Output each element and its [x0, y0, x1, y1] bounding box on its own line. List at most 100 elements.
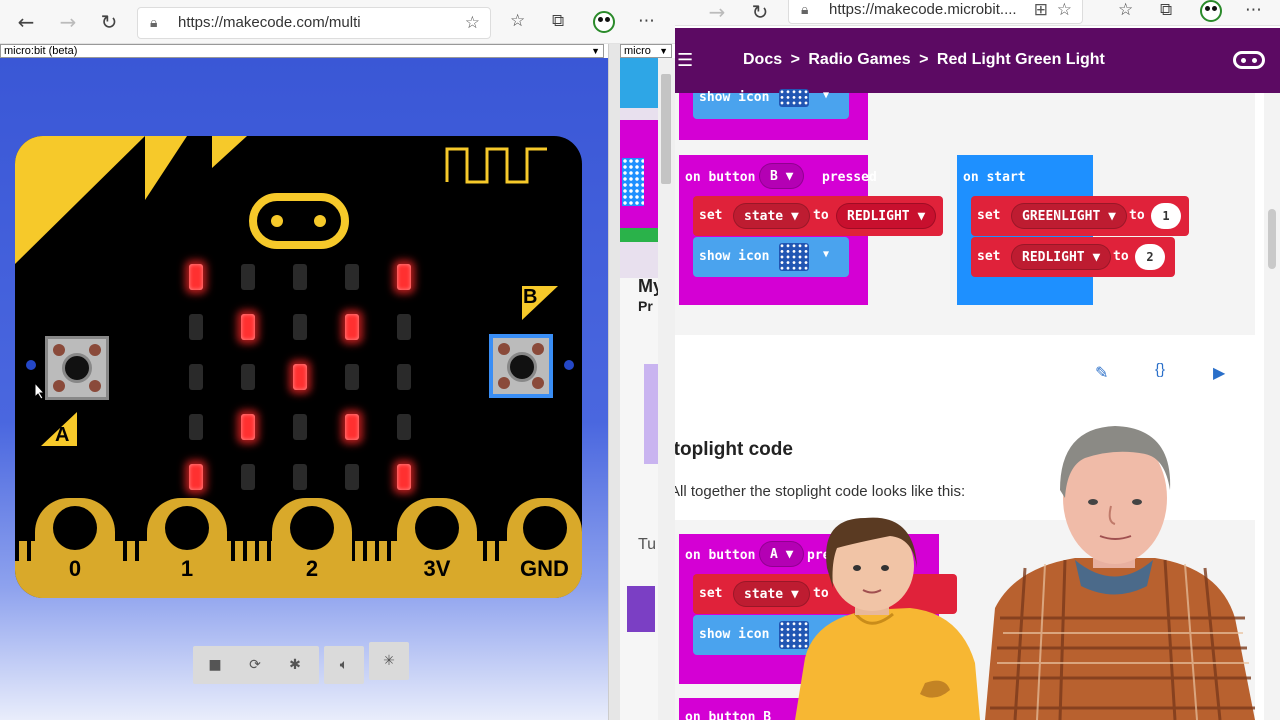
- block-set-redlight[interactable]: set REDLIGHT ▼ to 2: [971, 237, 1175, 277]
- led-1-3: [345, 314, 359, 340]
- icon-grid[interactable]: [779, 243, 809, 271]
- profile-avatar[interactable]: [1200, 0, 1222, 22]
- button-dropdown[interactable]: B ▼: [759, 163, 805, 189]
- refresh-icon[interactable]: ↻: [748, 0, 772, 24]
- run-icon[interactable]: ▶: [1213, 363, 1225, 382]
- right-toolbar: → ↻ 🔒︎ https://makecode.microbit.... ⊞ ☆…: [675, 0, 1280, 26]
- editor-blocks-preview: [620, 108, 658, 278]
- led-1-2: [293, 314, 307, 340]
- led-0-3: [345, 264, 359, 290]
- button-a[interactable]: [45, 336, 109, 400]
- to-label: to: [1113, 249, 1129, 264]
- code-card-1: show icon ▼ on button B ▼ pressed set st…: [675, 89, 1255, 335]
- volume-icon[interactable]: 🔈︎: [324, 646, 364, 684]
- to-label: to: [813, 208, 829, 223]
- value-dropdown[interactable]: REDLIGHT ▼: [836, 203, 937, 229]
- block-show-icon[interactable]: show icon ▼: [693, 237, 849, 277]
- collections-icon[interactable]: ⧉: [1160, 0, 1172, 20]
- set-label: set: [977, 208, 1001, 223]
- chevron-down-icon: ▼: [823, 90, 830, 101]
- chevron-down-icon: ▼: [591, 46, 600, 56]
- sim-controls: ■ ⟳ ✱: [193, 646, 319, 684]
- refresh-icon[interactable]: ↻: [97, 10, 121, 34]
- address-bar[interactable]: 🔒︎ https://makecode.microbit.... ⊞ ☆: [788, 0, 1083, 24]
- variable-dropdown[interactable]: GREENLIGHT ▼: [1011, 203, 1127, 229]
- set-label: set: [977, 249, 1001, 264]
- pin-1[interactable]: 1: [147, 498, 227, 598]
- led-3-3: [345, 414, 359, 440]
- address-bar[interactable]: 🔒︎ https://makecode.com/multi ☆: [137, 7, 491, 39]
- show-icon-label: show icon: [699, 249, 770, 264]
- pin-2-label: 2: [305, 556, 319, 581]
- favorites-icon[interactable]: ☆: [1118, 0, 1133, 20]
- led-2-1: [241, 364, 255, 390]
- docs-header: ☰ Docs > Radio Games > Red Light Green L…: [675, 28, 1280, 93]
- sparkle-icon[interactable]: ✳: [369, 642, 409, 680]
- led-0-2: [293, 264, 307, 290]
- set-label: set: [699, 208, 723, 223]
- value-input[interactable]: 2: [1135, 244, 1165, 270]
- code-icon[interactable]: {}: [1155, 361, 1165, 378]
- to-label: to: [1129, 208, 1145, 223]
- led-0-0: [189, 264, 203, 290]
- value-input[interactable]: 1: [1151, 203, 1181, 229]
- next-event-label: on button B: [685, 710, 772, 720]
- led-4-4: [397, 464, 411, 490]
- led-3-2: [293, 414, 307, 440]
- editor-peek-line3: Tu: [638, 536, 657, 553]
- mute-control: 🔈︎: [324, 646, 364, 684]
- forward-icon[interactable]: →: [705, 0, 729, 24]
- debug-icon[interactable]: ✱: [275, 646, 315, 684]
- show-icon-label: show icon: [699, 627, 770, 642]
- more-icon[interactable]: ⋯: [1245, 0, 1262, 20]
- on-button-label: on button: [685, 170, 756, 185]
- pin-1-label: 1: [180, 556, 194, 581]
- microbit-board: A B 0 1 2 3V GND: [15, 136, 582, 598]
- variable-dropdown[interactable]: state ▼: [733, 203, 810, 229]
- restart-icon[interactable]: ⟳: [235, 646, 275, 684]
- block-set-greenlight[interactable]: set GREENLIGHT ▼ to 1: [971, 196, 1189, 236]
- microbit-logo-icon[interactable]: [1233, 51, 1265, 69]
- profile-avatar[interactable]: [593, 11, 615, 33]
- pin-0-label: 0: [68, 556, 82, 581]
- webcam-overlay-image: [795, 426, 1255, 720]
- left-browser-window: ← → ↻ 🔒︎ https://makecode.com/multi ☆ ☆ …: [0, 0, 675, 720]
- breadcrumb-docs[interactable]: Docs: [743, 51, 782, 68]
- favorites-icon[interactable]: ☆: [510, 11, 525, 31]
- led-2-2: [293, 364, 307, 390]
- pin-gnd[interactable]: GND: [507, 498, 582, 598]
- breadcrumb-radio-games[interactable]: Radio Games: [808, 51, 910, 68]
- sim-select[interactable]: micro:bit (beta) ▼: [0, 44, 604, 58]
- led-0-4: [397, 264, 411, 290]
- led-2-4: [397, 364, 411, 390]
- editor-select[interactable]: micro ▼: [620, 44, 672, 58]
- edit-icon[interactable]: ✎: [1095, 363, 1108, 382]
- sim-select-value: micro:bit (beta): [4, 45, 78, 57]
- pin-3v[interactable]: 3V: [397, 498, 477, 598]
- block-set-state[interactable]: set state ▼ to REDLIGHT ▼: [693, 196, 943, 236]
- favorite-star-icon[interactable]: ☆: [465, 8, 480, 38]
- reader-icon[interactable]: ⊞: [1034, 0, 1048, 23]
- pin-3v-label: 3V: [423, 556, 451, 581]
- show-icon-label: show icon: [699, 90, 770, 105]
- split-divider[interactable]: [608, 44, 620, 720]
- pin-0[interactable]: 0: [35, 498, 115, 598]
- stop-icon[interactable]: ■: [195, 646, 235, 684]
- variable-dropdown[interactable]: REDLIGHT ▼: [1011, 244, 1112, 270]
- editor-peek-line1: My: [638, 276, 658, 296]
- led-0-1: [241, 264, 255, 290]
- back-icon[interactable]: ←: [14, 10, 38, 34]
- button-b[interactable]: [489, 334, 553, 398]
- icon-grid[interactable]: [779, 89, 809, 107]
- forward-icon[interactable]: →: [56, 10, 80, 34]
- led-2-3: [345, 364, 359, 390]
- left-toolbar: ← → ↻ 🔒︎ https://makecode.com/multi ☆ ☆ …: [0, 0, 675, 44]
- menu-icon[interactable]: ☰: [677, 50, 693, 71]
- pin-2[interactable]: 2: [272, 498, 352, 598]
- more-icon[interactable]: ⋯: [638, 11, 655, 31]
- favorite-star-icon[interactable]: ☆: [1057, 0, 1072, 23]
- left-scrollbar[interactable]: [658, 58, 675, 720]
- breadcrumb-sep: >: [919, 51, 929, 68]
- collections-icon[interactable]: ⧉: [552, 11, 564, 31]
- lock-icon: 🔒︎: [801, 2, 809, 18]
